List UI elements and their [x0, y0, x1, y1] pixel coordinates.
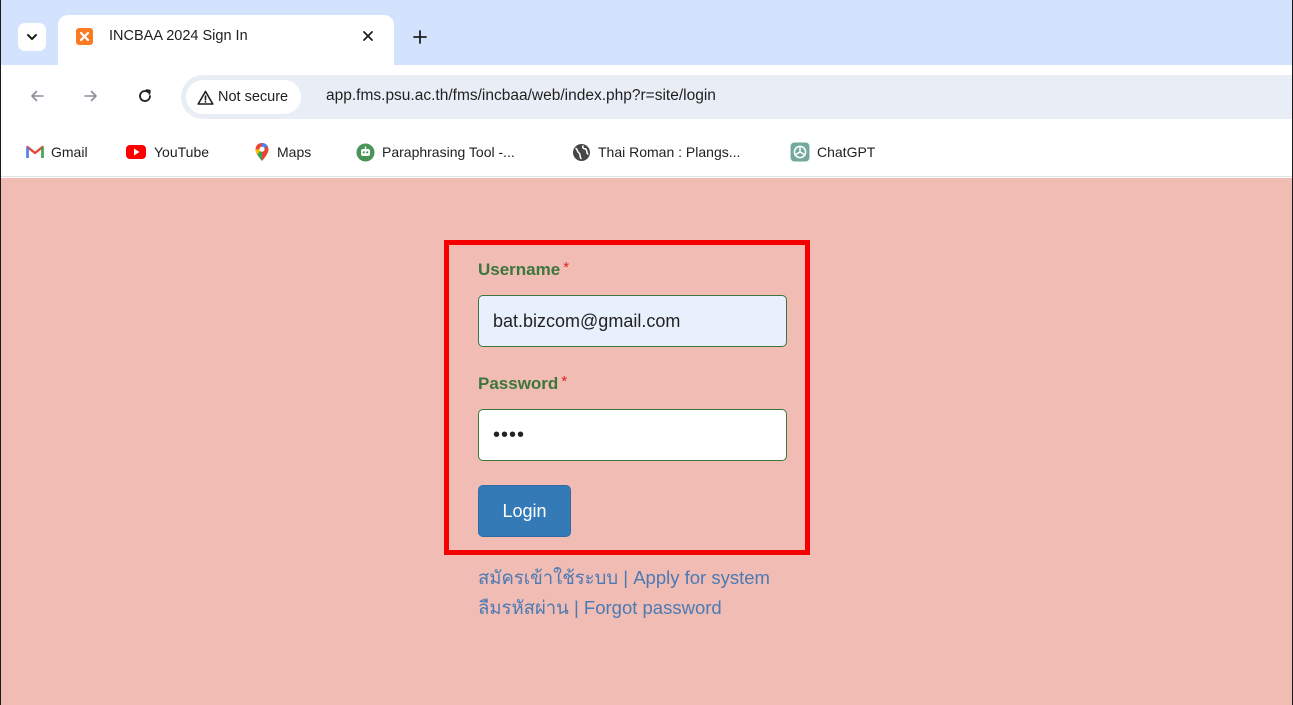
bookmark-label: Thai Roman : Plangs...	[598, 144, 741, 160]
username-label: Username *	[478, 259, 570, 279]
bookmark-label: Paraphrasing Tool -...	[382, 144, 515, 160]
xampp-favicon-icon	[76, 28, 93, 45]
globe-icon	[573, 143, 590, 161]
reload-button[interactable]	[132, 83, 158, 109]
apply-for-system-link[interactable]: สมัครเข้าใช้ระบบ | Apply for system	[478, 564, 770, 593]
back-button[interactable]	[24, 83, 50, 109]
bookmark-chatgpt[interactable]: ChatGPT	[790, 140, 875, 164]
forgot-password-link[interactable]: ลืมรหัสผ่าน | Forgot password	[478, 594, 722, 623]
bookmarks-bar: Gmail YouTube Maps Paraphrasing Tool -..…	[1, 129, 1292, 177]
bookmark-maps[interactable]: Maps	[254, 140, 311, 164]
login-button[interactable]: Login	[478, 485, 571, 537]
not-secure-label: Not secure	[218, 89, 289, 105]
url-text[interactable]: app.fms.psu.ac.th/fms/incbaa/web/index.p…	[326, 87, 716, 105]
bookmark-label: Maps	[277, 144, 312, 160]
arrow-right-icon	[84, 90, 97, 102]
bookmark-gmail[interactable]: Gmail	[26, 140, 88, 164]
youtube-icon	[126, 145, 146, 159]
tab-search-button[interactable]	[18, 23, 46, 51]
chatgpt-icon	[790, 142, 810, 162]
forward-button[interactable]	[78, 83, 104, 109]
password-input[interactable]	[478, 409, 787, 461]
paraphrasing-tool-icon	[356, 143, 375, 161]
site-info-button[interactable]: Not secure	[186, 80, 302, 114]
bookmark-youtube[interactable]: YouTube	[125, 140, 209, 164]
address-bar[interactable]: Not secure app.fms.psu.ac.th/fms/incbaa/…	[181, 75, 1292, 119]
arrow-left-icon	[31, 90, 44, 102]
warning-triangle-icon	[197, 90, 214, 105]
browser-toolbar: Not secure app.fms.psu.ac.th/fms/incbaa/…	[1, 65, 1292, 129]
active-tab[interactable]: INCBAA 2024 Sign In	[58, 15, 394, 65]
bookmark-label: ChatGPT	[817, 144, 876, 160]
new-tab-button[interactable]	[406, 23, 434, 51]
login-page: Username* Password* Login สมัครเข้าใช้ระ…	[1, 178, 1292, 705]
required-marker: *	[563, 259, 570, 276]
bookmark-thai-roman[interactable]: Thai Roman : Plangs...	[572, 140, 740, 164]
chevron-down-icon	[27, 34, 37, 40]
username-input[interactable]	[478, 295, 787, 347]
plus-icon	[413, 30, 427, 44]
gmail-icon	[26, 145, 44, 158]
bookmark-label: Gmail	[51, 144, 88, 160]
tab-strip: INCBAA 2024 Sign In	[1, 0, 1292, 65]
tab-title: INCBAA 2024 Sign In	[109, 28, 248, 44]
required-marker: *	[561, 373, 568, 390]
maps-icon	[255, 143, 269, 161]
reload-icon	[139, 89, 151, 102]
close-icon	[363, 31, 373, 41]
tab-close-button[interactable]	[356, 24, 380, 48]
password-label: Password *	[478, 373, 568, 393]
browser-window: INCBAA 2024 Sign In Not secure app.fms.p…	[0, 0, 1293, 705]
bookmark-paraphrasing-tool[interactable]: Paraphrasing Tool -...	[356, 140, 515, 164]
bookmark-label: YouTube	[154, 144, 210, 160]
